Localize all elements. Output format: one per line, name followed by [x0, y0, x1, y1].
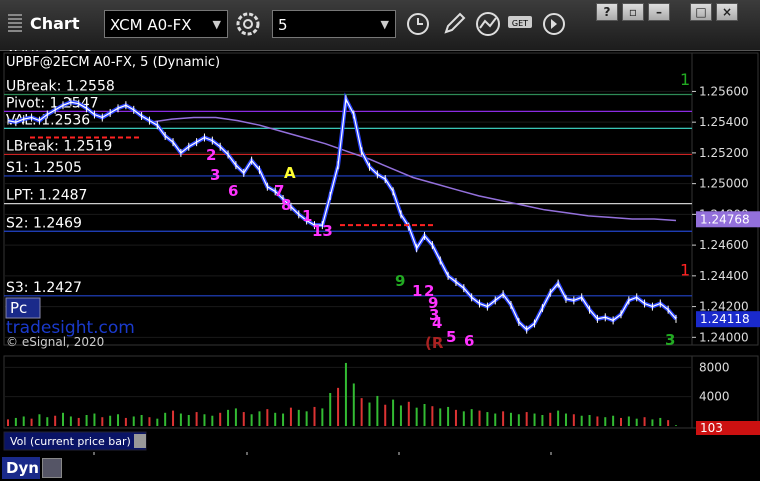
toolbar: Chart XCM A0-FX ▼ 5 ▼ GET ? ▫ – □ × — [0, 0, 760, 51]
price-tick-label: 1.25600 — [699, 84, 749, 98]
chart-annotation: 3 — [210, 166, 220, 184]
volume-tick-label: 8000 — [699, 360, 730, 374]
chart-annotation: 6 — [228, 182, 238, 200]
symbol-combo[interactable]: XCM A0-FX ▼ — [104, 10, 228, 38]
last-price-label: 1.24118 — [700, 312, 750, 326]
chart-annotation: 6 — [464, 332, 474, 350]
chart-area[interactable]: 1.256001.254001.252001.250001.248001.246… — [0, 50, 760, 455]
level-label: LPT: 1.2487 — [6, 188, 87, 204]
chart-annotation: 13 — [312, 222, 333, 240]
right-marker-red: 1 — [680, 261, 690, 280]
chart-annotation: 1 — [302, 207, 312, 225]
chevron-down-icon: ▼ — [380, 18, 389, 31]
copyright-text: © eSignal, 2020 — [6, 335, 104, 349]
window-title: Chart — [30, 14, 80, 33]
chart-annotation: 8 — [281, 196, 291, 214]
chart-annotation: A — [284, 164, 296, 182]
volume-close-icon — [134, 434, 146, 448]
settings-gear-icon[interactable] — [234, 10, 262, 38]
chart-annotation: 3 — [665, 331, 675, 349]
price-tick-label: 1.24000 — [699, 330, 749, 344]
header-line-symbol: UPBF@2ECM A0-FX, 5 (Dynamic) — [6, 55, 220, 70]
clock-icon[interactable] — [404, 10, 432, 38]
get-data-icon[interactable]: GET — [506, 10, 534, 38]
restore-button[interactable]: ▫ — [622, 3, 644, 21]
level-label: UBreak: 1.2558 — [6, 78, 115, 94]
chart-annotation: 5 — [446, 328, 456, 346]
chart-annotation: 2 — [206, 146, 216, 164]
volume-tick-label: 4000 — [699, 390, 730, 404]
chart-annotation: 1 — [412, 282, 422, 300]
level-label: LBreak: 1.2519 — [6, 138, 112, 154]
chart-annotation: 4 — [432, 314, 442, 332]
price-tick-label: 1.25400 — [699, 115, 749, 129]
price-panel — [3, 52, 693, 346]
pencil-draw-icon[interactable] — [440, 10, 468, 38]
study-icon[interactable] — [474, 10, 502, 38]
volume-label: Vol (current price bar) — [10, 435, 131, 448]
drag-grip-icon[interactable] — [8, 14, 22, 32]
price-tick-label: 1.25200 — [699, 146, 749, 160]
minimize-button[interactable]: – — [648, 3, 670, 21]
right-marker-green: 1 — [680, 70, 690, 89]
level-label: S1: 1.2505 — [6, 160, 82, 176]
level-label: S3: 1.2427 — [6, 280, 82, 296]
help-button[interactable]: ? — [596, 3, 618, 21]
dynamic-label[interactable]: Dyn — [2, 457, 40, 479]
pc-button-label: Pc — [10, 299, 27, 317]
close-button[interactable]: × — [716, 3, 738, 21]
link-icon[interactable] — [42, 458, 62, 478]
price-tick-label: 1.24600 — [699, 238, 749, 252]
ma-price-label: 1.24768 — [700, 212, 750, 226]
interval-combo[interactable]: 5 ▼ — [272, 10, 396, 38]
level-label: S2: 1.2469 — [6, 215, 82, 231]
chart-annotation: 9 — [395, 272, 405, 290]
symbol-value: XCM A0-FX — [110, 16, 192, 34]
maximize-button[interactable]: □ — [690, 3, 712, 21]
status-bar — [0, 455, 760, 481]
arrow-right-icon[interactable] — [540, 10, 568, 38]
chevron-down-icon: ▼ — [212, 18, 221, 31]
interval-value: 5 — [278, 16, 288, 34]
svg-text:GET: GET — [512, 19, 528, 28]
price-tick-label: 1.25000 — [699, 177, 749, 191]
chart-annotation: (R — [425, 334, 444, 352]
volume-last-label: 103 — [700, 421, 723, 435]
chart-window: Chart XCM A0-FX ▼ 5 ▼ GET ? ▫ – □ × 1.25… — [0, 0, 760, 481]
price-tick-label: 1.24400 — [699, 269, 749, 283]
